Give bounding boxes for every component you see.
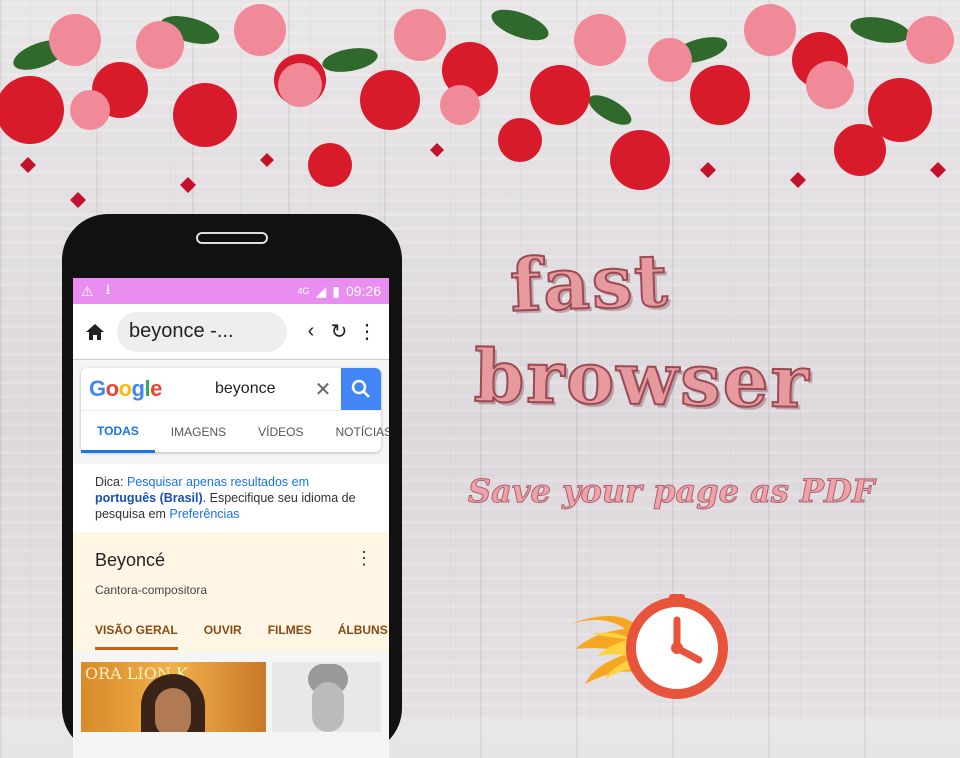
tip-link-language[interactable]: Pesquisar apenas resultados em bbox=[127, 475, 309, 489]
kp-title: Beyoncé bbox=[95, 550, 166, 570]
search-tabs: TODAS IMAGENS VÍDEOS NOTÍCIAS bbox=[81, 410, 389, 453]
url-text: beyonce -... bbox=[129, 320, 234, 342]
language-tip: Dica: Pesquisar apenas resultados em por… bbox=[73, 464, 389, 532]
menu-icon[interactable]: ⋮ bbox=[353, 319, 381, 344]
tab-albuns[interactable]: ÁLBUNS bbox=[338, 623, 388, 650]
clear-icon[interactable]: ✕ bbox=[305, 377, 341, 402]
more-options-icon[interactable]: ⋮ bbox=[355, 548, 373, 569]
reload-icon[interactable]: ↻ bbox=[325, 319, 353, 344]
search-icon bbox=[351, 379, 370, 398]
browser-toolbar: beyonce -... ‹ ↻ ⋮ bbox=[73, 304, 389, 360]
battery-icon: ▮ bbox=[332, 282, 340, 299]
tip-link-portuguese[interactable]: português (Brasil) bbox=[95, 491, 203, 505]
fast-clock-icon bbox=[570, 594, 728, 699]
back-icon[interactable]: ‹ bbox=[297, 320, 325, 343]
home-icon[interactable] bbox=[81, 322, 109, 342]
phone-screen: ⚠ ⭳ 4G ◢ ▮ 09:26 beyonce -... ‹ ↻ ⋮ Goog… bbox=[73, 278, 389, 758]
knowledge-panel: Beyoncé Cantora-compositora ⋮ VISÃO GERA… bbox=[73, 532, 389, 652]
tagline: Save your page as PDF bbox=[468, 472, 876, 511]
status-bar: ⚠ ⭳ 4G ◢ ▮ 09:26 bbox=[73, 278, 389, 304]
google-search-card: Google beyonce ✕ TODAS IMAGENS VÍDEOS NO… bbox=[81, 368, 389, 453]
kp-images: ORA LION K bbox=[73, 662, 389, 732]
tab-imagens[interactable]: IMAGENS bbox=[155, 411, 242, 453]
tip-prefix: Dica: bbox=[95, 475, 127, 489]
headline-browser: browser bbox=[472, 332, 812, 425]
kp-tabs: VISÃO GERAL OUVIR FILMES ÁLBUNS bbox=[95, 623, 388, 650]
kp-image-1[interactable]: ORA LION K bbox=[81, 662, 267, 732]
phone-speaker bbox=[196, 232, 268, 244]
clock-time: 09:26 bbox=[345, 283, 381, 299]
kp-image-2[interactable] bbox=[272, 662, 381, 732]
signal-icon: ◢ bbox=[315, 282, 327, 299]
tab-todas[interactable]: TODAS bbox=[81, 411, 155, 453]
search-button[interactable] bbox=[341, 368, 381, 410]
tab-videos[interactable]: VÍDEOS bbox=[242, 411, 319, 453]
kp-subtitle: Cantora-compositora bbox=[95, 583, 208, 597]
tab-filmes[interactable]: FILMES bbox=[268, 623, 312, 650]
headline-fast: fast bbox=[508, 236, 672, 329]
phone-mockup: ⚠ ⭳ 4G ◢ ▮ 09:26 beyonce -... ‹ ↻ ⋮ Goog… bbox=[62, 214, 402, 758]
roses-garland bbox=[0, 4, 954, 208]
tab-noticias[interactable]: NOTÍCIAS bbox=[320, 411, 390, 453]
network-type: 4G bbox=[297, 286, 310, 296]
page-content: Google beyonce ✕ TODAS IMAGENS VÍDEOS NO… bbox=[73, 360, 389, 758]
tab-visao-geral[interactable]: VISÃO GERAL bbox=[95, 623, 178, 650]
search-query-input[interactable]: beyonce bbox=[201, 380, 305, 398]
google-logo: Google bbox=[89, 376, 162, 401]
tip-link-preferences[interactable]: Preferências bbox=[169, 507, 239, 521]
address-bar[interactable]: beyonce -... bbox=[117, 311, 287, 352]
tab-ouvir[interactable]: OUVIR bbox=[204, 623, 242, 650]
download-icon: ⭳ bbox=[105, 281, 111, 297]
warning-icon: ⚠ bbox=[81, 282, 94, 299]
